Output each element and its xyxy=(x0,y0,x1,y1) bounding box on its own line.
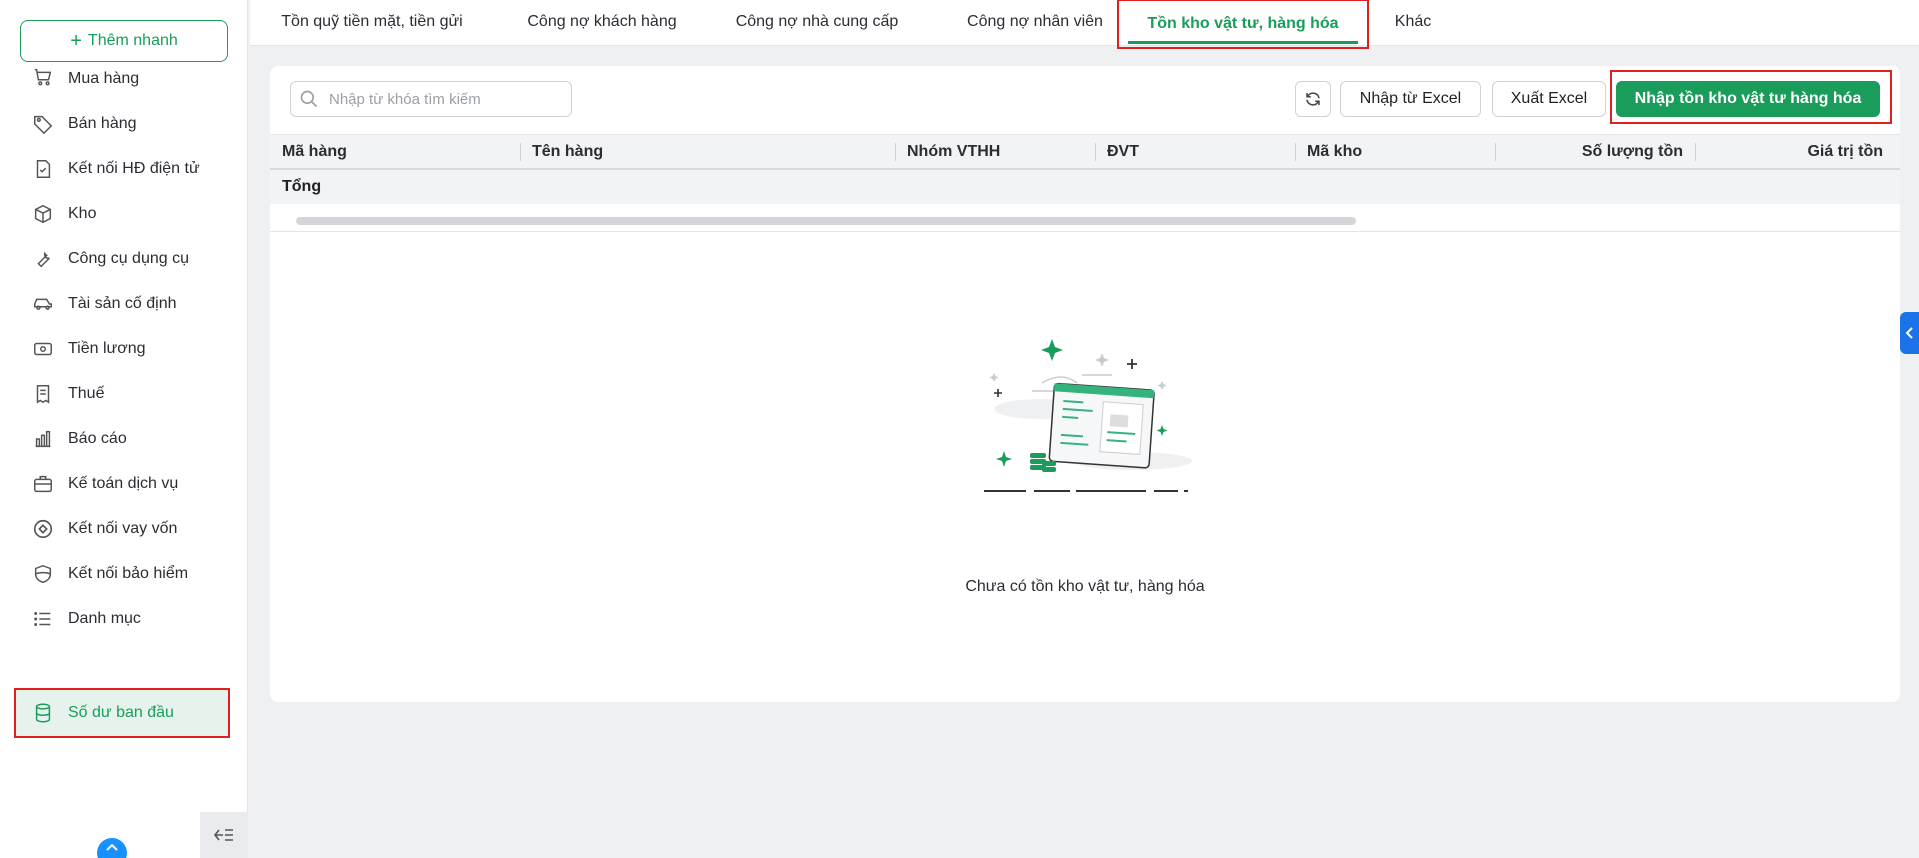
collapse-icon xyxy=(213,829,233,841)
refresh-button[interactable] xyxy=(1295,81,1331,117)
tab-customer-debt[interactable]: Công nợ khách hàng xyxy=(512,0,692,44)
sidebar-item-purchase[interactable]: Mua hàng xyxy=(16,68,228,88)
database-icon xyxy=(35,703,51,723)
chevron-left-icon xyxy=(1905,327,1913,339)
export-excel-button[interactable]: Xuất Excel xyxy=(1492,81,1606,117)
car-icon xyxy=(34,298,52,310)
sidebar-item-label: Báo cáo xyxy=(68,430,127,447)
side-panel-toggle[interactable] xyxy=(1900,312,1919,354)
import-stock-button[interactable]: Nhập tồn kho vật tư hàng hóa xyxy=(1616,81,1880,117)
import-excel-button[interactable]: Nhập từ Excel xyxy=(1340,81,1481,117)
e-invoice-icon xyxy=(36,160,51,178)
column-header-value[interactable]: Giá trị tồn xyxy=(1695,135,1895,169)
sidebar-item-label: Công cụ dụng cụ xyxy=(68,250,189,267)
inventory-panel: Nhập từ Excel Xuất Excel Nhập tồn kho vậ… xyxy=(270,66,1900,702)
divider xyxy=(270,231,1900,232)
tab-cash-bank[interactable]: Tồn quỹ tiền mặt, tiền gửi xyxy=(262,0,482,44)
table-header: Mã hàng Tên hàng Nhóm VTHH ĐVT Mã kho Số… xyxy=(270,134,1900,170)
sidebar-item-label: Kho xyxy=(68,205,97,222)
sidebar-item-accounting-service[interactable]: Kế toán dịch vụ xyxy=(16,461,228,507)
sidebar-item-warehouse[interactable]: Kho xyxy=(16,191,228,237)
column-header-code[interactable]: Mã hàng xyxy=(270,135,520,169)
sidebar-item-reports[interactable]: Báo cáo xyxy=(16,416,228,462)
sidebar-item-tax[interactable]: Thuế xyxy=(16,371,228,417)
collapse-sidebar-button[interactable] xyxy=(200,812,248,858)
chevron-up-icon xyxy=(106,843,118,851)
sidebar-item-label: Bán hàng xyxy=(68,115,137,132)
column-header-quantity[interactable]: Số lượng tồn xyxy=(1495,135,1695,169)
sidebar-item-label: Danh mục xyxy=(68,610,141,627)
box-icon xyxy=(34,204,52,224)
sidebar: + Thêm nhanh Mua hàng Bán hàng Kết nối H… xyxy=(0,0,248,858)
loan-icon xyxy=(33,519,53,539)
total-label: Tổng xyxy=(282,178,322,195)
sidebar-item-loan[interactable]: Kết nối vay vốn xyxy=(16,506,228,552)
tab-label: Công nợ nhà cung cấp xyxy=(735,13,899,30)
search-icon xyxy=(300,90,318,108)
tab-label: Công nợ nhân viên xyxy=(967,13,1103,30)
sidebar-item-tools[interactable]: Công cụ dụng cụ xyxy=(16,236,228,282)
sidebar-item-opening-balance[interactable]: Số dư ban đầu xyxy=(14,688,230,738)
receipt-icon xyxy=(36,385,50,404)
sidebar-item-label: Kết nối bảo hiểm xyxy=(68,565,189,582)
list-icon xyxy=(34,612,51,626)
tab-inventory[interactable]: Tồn kho vật tư, hàng hóa xyxy=(1117,0,1369,49)
sidebar-item-label: Kết nối HĐ điện tử xyxy=(68,160,200,177)
tab-label: Khác xyxy=(1394,13,1432,30)
column-header-unit[interactable]: ĐVT xyxy=(1095,135,1295,169)
quick-add-label: Thêm nhanh xyxy=(87,32,178,49)
tab-label: Tồn quỹ tiền mặt, tiền gửi xyxy=(281,13,463,30)
plus-icon: + xyxy=(70,30,82,52)
refresh-icon xyxy=(1306,92,1320,106)
tab-label: Công nợ khách hàng xyxy=(527,13,677,30)
sidebar-item-label: Kế toán dịch vụ xyxy=(68,475,179,492)
tab-label: Tồn kho vật tư, hàng hóa xyxy=(1147,15,1339,32)
empty-state-illustration xyxy=(984,339,1192,492)
sidebar-item-e-invoice[interactable]: Kết nối HĐ điện tử xyxy=(16,146,228,192)
sidebar-item-insurance[interactable]: Kết nối bảo hiểm xyxy=(16,551,228,597)
sidebar-item-label: Mua hàng xyxy=(68,70,140,87)
scroll-up-button[interactable] xyxy=(97,838,127,858)
total-row: Tổng xyxy=(270,170,1900,204)
money-icon xyxy=(34,342,52,356)
horizontal-scrollbar[interactable] xyxy=(296,217,1356,225)
wrench-icon xyxy=(37,251,50,268)
empty-state-message: Chưa có tồn kho vật tư, hàng hóa xyxy=(965,578,1205,595)
tab-bar: Tồn quỹ tiền mặt, tiền gửi Công nợ khách… xyxy=(250,0,1919,49)
sidebar-item-catalog[interactable]: Danh mục xyxy=(16,596,228,642)
sidebar-item-label: Tiền lương xyxy=(68,340,146,357)
sidebar-item-label: Số dư ban đầu xyxy=(68,704,174,721)
search-input[interactable] xyxy=(329,90,559,108)
quick-add-button[interactable]: + Thêm nhanh xyxy=(20,20,228,62)
sidebar-item-sales[interactable]: Bán hàng xyxy=(16,101,228,147)
tab-employee-debt[interactable]: Công nợ nhân viên xyxy=(940,0,1130,44)
briefcase-icon xyxy=(34,475,52,493)
cart-icon xyxy=(34,68,52,86)
sidebar-item-fixed-assets[interactable]: Tài sản cố định xyxy=(16,281,228,327)
column-header-warehouse-code[interactable]: Mã kho xyxy=(1295,135,1495,169)
bar-chart-icon xyxy=(35,430,51,448)
tab-other[interactable]: Khác xyxy=(1378,0,1448,44)
shield-icon xyxy=(34,564,52,584)
column-header-name[interactable]: Tên hàng xyxy=(520,135,895,169)
tag-icon xyxy=(34,115,53,135)
sidebar-item-label: Tài sản cố định xyxy=(68,295,177,312)
sidebar-item-label: Thuế xyxy=(68,385,105,402)
tab-supplier-debt[interactable]: Công nợ nhà cung cấp xyxy=(717,0,917,44)
column-header-group[interactable]: Nhóm VTHH xyxy=(895,135,1095,169)
search-box xyxy=(290,81,572,117)
sidebar-item-payroll[interactable]: Tiền lương xyxy=(16,326,228,372)
sidebar-item-label: Kết nối vay vốn xyxy=(68,520,178,537)
